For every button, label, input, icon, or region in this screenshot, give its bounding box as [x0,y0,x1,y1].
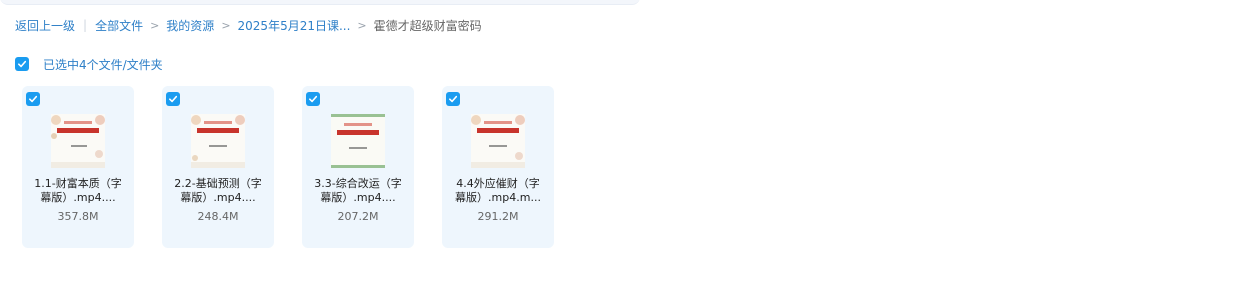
file-name-line2: 幕版）.mp4.... [40,191,116,204]
video-thumbnail [471,114,525,168]
breadcrumb: 返回上一级 | 全部文件 > 我的资源 > 2025年5月21日课... > 霍… [15,17,482,33]
file-card[interactable]: 1.1-财富本质（字 幕版）.mp4.... 357.8M [22,86,134,248]
file-size: 357.8M [57,210,99,223]
file-checkbox-icon[interactable] [306,92,320,106]
search-bar-edge [0,0,640,5]
file-name-line1: 4.4外应催财（字 [456,177,540,190]
select-all-checkbox-icon[interactable] [15,57,29,71]
file-card[interactable]: 3.3-综合改运（字 幕版）.mp4.... 207.2M [302,86,414,248]
file-name[interactable]: 2.2-基础预测（字 幕版）.mp4.... [168,177,268,205]
video-thumbnail [331,114,385,168]
breadcrumb-separator: > [150,18,160,32]
breadcrumb-separator: > [221,18,231,32]
file-size: 207.2M [337,210,379,223]
file-checkbox-icon[interactable] [26,92,40,106]
file-card[interactable]: 2.2-基础预测（字 幕版）.mp4.... 248.4M [162,86,274,248]
file-name[interactable]: 1.1-财富本质（字 幕版）.mp4.... [28,177,128,205]
file-card[interactable]: 4.4外应催财（字 幕版）.mp4.m... 291.2M [442,86,554,248]
file-name-line1: 2.2-基础预测（字 [174,177,262,190]
video-thumbnail [51,114,105,168]
file-size: 248.4M [197,210,239,223]
file-name-line2: 幕版）.mp4.m... [455,191,541,204]
back-link[interactable]: 返回上一级 [15,17,75,34]
file-name[interactable]: 3.3-综合改运（字 幕版）.mp4.... [308,177,408,205]
breadcrumb-divider: | [83,18,88,32]
file-name[interactable]: 4.4外应催财（字 幕版）.mp4.m... [448,177,548,205]
selection-bar: 已选中4个文件/文件夹 [15,56,163,72]
file-name-line2: 幕版）.mp4.... [320,191,396,204]
file-size: 291.2M [477,210,519,223]
breadcrumb-course-folder[interactable]: 2025年5月21日课... [238,17,351,34]
file-checkbox-icon[interactable] [446,92,460,106]
video-thumbnail [191,114,245,168]
file-checkbox-icon[interactable] [166,92,180,106]
file-name-line2: 幕版）.mp4.... [180,191,256,204]
breadcrumb-all-files[interactable]: 全部文件 [95,17,143,34]
breadcrumb-my-resources[interactable]: 我的资源 [166,17,214,34]
file-name-line1: 1.1-财富本质（字 [34,177,122,190]
breadcrumb-separator: > [357,18,367,32]
file-name-line1: 3.3-综合改运（字 [314,177,402,190]
selection-count-label: 已选中4个文件/文件夹 [43,57,163,72]
breadcrumb-current: 霍德才超级财富密码 [373,18,482,33]
